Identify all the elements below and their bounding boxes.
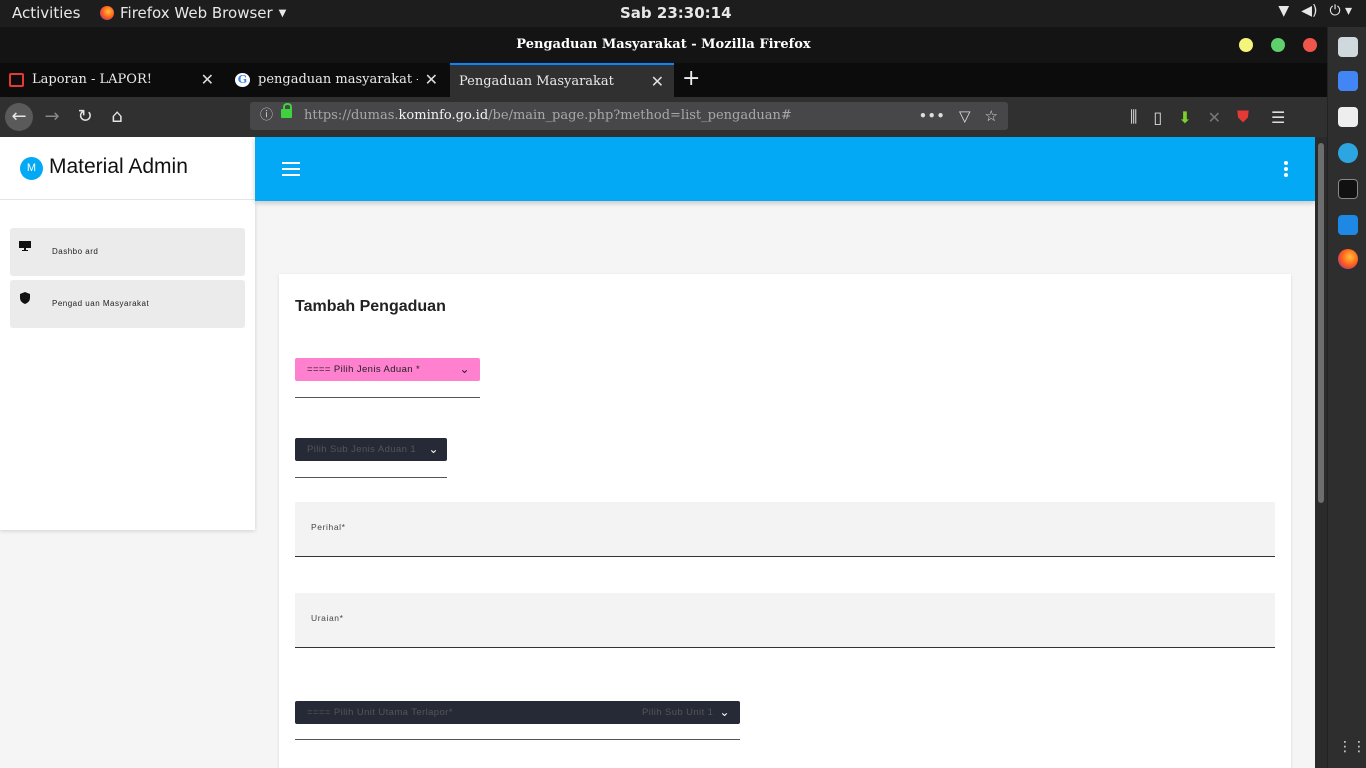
window-title-bar: Pengaduan Masyarakat - Mozilla Firefox: [0, 27, 1327, 63]
perihal-label: Perihal*: [311, 522, 346, 532]
files-icon[interactable]: [1338, 37, 1358, 57]
app-menu-label: Firefox Web Browser: [120, 4, 273, 22]
url-text[interactable]: https://dumas.kominfo.go.id/be/main_page…: [304, 102, 792, 130]
url-tools: ••• ▽ ☆: [918, 102, 998, 130]
tab-strip: Laporan - LAPOR! ✕ G pengaduan masyaraka…: [0, 63, 1327, 97]
extension-x-icon[interactable]: ✕: [1208, 108, 1221, 127]
wifi-icon: ▼: [1278, 3, 1290, 19]
jenis-aduan-underline: [295, 397, 480, 398]
chevron-down-icon: ⌄: [428, 442, 439, 456]
scrollbar-thumb[interactable]: [1318, 143, 1324, 503]
monitor-icon: [19, 241, 31, 251]
jenis-aduan-value: ==== Pilih Jenis Aduan *: [307, 364, 421, 375]
chevron-down-icon: ⌄: [719, 705, 730, 719]
more-actions-icon[interactable]: •••: [918, 102, 945, 130]
screenshot-app-icon[interactable]: [1338, 107, 1358, 127]
home-button[interactable]: ⌂: [103, 103, 131, 131]
app-bar: [255, 137, 1315, 201]
tab-label: pengaduan masyarakat - Penelu: [258, 72, 418, 87]
tab-pengaduan-masyarakat[interactable]: Pengaduan Masyarakat ✕: [450, 63, 674, 97]
app-menu[interactable]: Firefox Web Browser ▼: [100, 4, 286, 22]
uraian-label: Uraian*: [311, 613, 344, 623]
power-icon: ⏻ ▾: [1329, 3, 1352, 19]
navigation-toolbar: ← → ↻ ⌂ ⓘ https://dumas.kominfo.go.id/be…: [0, 97, 1327, 137]
maximize-button[interactable]: [1271, 38, 1285, 52]
app-grid-icon[interactable]: ⋮⋮: [1338, 739, 1366, 759]
toolbar-right: ⫼ ▯ ⬇ ✕ ⛊ ☰: [1130, 97, 1285, 137]
chevron-down-icon: ⌄: [459, 362, 470, 376]
lapor-favicon-icon: [9, 73, 24, 87]
sidebar-toggle-icon[interactable]: ▯: [1153, 108, 1162, 127]
library-icon[interactable]: ⫼: [1130, 107, 1137, 127]
activities-button[interactable]: Activities: [12, 4, 80, 22]
unit-utama-underline: [295, 739, 740, 740]
firefox-dock-icon[interactable]: [1338, 249, 1358, 269]
shield-icon: [20, 292, 30, 304]
window-title: Pengaduan Masyarakat - Mozilla Firefox: [516, 37, 811, 52]
jenis-aduan-select[interactable]: ==== Pilih Jenis Aduan * ⌄: [295, 358, 480, 381]
reload-button[interactable]: ↻: [71, 103, 99, 131]
new-tab-button[interactable]: +: [682, 63, 700, 95]
brand[interactable]: M Material Admin: [0, 137, 255, 200]
admin-sidebar: M Material Admin Dashbo ard Pengad uan M…: [0, 137, 255, 530]
close-window-button[interactable]: [1303, 38, 1317, 52]
terminal-icon[interactable]: [1338, 179, 1358, 199]
form-card: Tambah Pengaduan ==== Pilih Jenis Aduan …: [279, 274, 1291, 768]
firefox-icon: [100, 6, 114, 20]
url-bar[interactable]: ⓘ https://dumas.kominfo.go.id/be/main_pa…: [250, 102, 1008, 130]
vscode-icon[interactable]: [1338, 215, 1358, 235]
minimize-button[interactable]: [1239, 38, 1253, 52]
uraian-field[interactable]: Uraian*: [295, 593, 1275, 648]
sidebar-item-pengaduan[interactable]: Pengad uan Masyarakat: [10, 280, 245, 328]
volume-icon: ◀): [1301, 3, 1318, 19]
shield-extension-icon[interactable]: ⛊: [1237, 107, 1249, 127]
web-page: M Material Admin Dashbo ard Pengad uan M…: [0, 137, 1315, 768]
tab-pengaduan-google[interactable]: G pengaduan masyarakat - Penelu ✕: [226, 63, 448, 97]
system-top-bar: Activities Firefox Web Browser ▼ Sab 23:…: [0, 0, 1366, 27]
sidebar-item-dashboard[interactable]: Dashbo ard: [10, 228, 245, 276]
sidebar-item-label: Pengad uan Masyarakat: [52, 299, 150, 308]
unit-utama-value: ==== Pilih Unit Utama Terlapor*: [307, 707, 453, 718]
pocket-icon[interactable]: ▽: [959, 102, 971, 130]
sub-unit-value[interactable]: Pilih Sub Unit 1: [642, 701, 713, 724]
system-tray[interactable]: ▼ ◀) ⏻ ▾: [1278, 3, 1352, 19]
docs-icon[interactable]: [1338, 71, 1358, 91]
sub-jenis-aduan-underline: [295, 477, 447, 478]
google-favicon-icon: G: [235, 73, 250, 87]
brand-name: Material Admin: [49, 155, 188, 178]
perihal-field[interactable]: Perihal*: [295, 502, 1275, 557]
close-tab-icon[interactable]: ✕: [651, 65, 664, 97]
lock-icon[interactable]: [281, 103, 292, 118]
forward-button[interactable]: →: [38, 103, 66, 131]
chevron-down-icon: ▼: [278, 7, 287, 19]
hamburger-menu-icon[interactable]: [282, 162, 300, 176]
tab-laporan[interactable]: Laporan - LAPOR! ✕: [0, 63, 224, 97]
tab-label: Laporan - LAPOR!: [32, 72, 152, 87]
sub-jenis-aduan-value: Pilih Sub Jenis Aduan 1: [307, 444, 417, 455]
brand-logo: M: [20, 157, 43, 180]
form-title: Tambah Pengaduan: [295, 298, 446, 315]
sidebar-item-label: Dashbo ard: [52, 247, 99, 256]
download-icon[interactable]: ⬇: [1178, 108, 1191, 127]
back-button[interactable]: ←: [5, 103, 33, 131]
tab-label: Pengaduan Masyarakat: [459, 74, 614, 89]
close-tab-icon[interactable]: ✕: [201, 63, 214, 97]
menu-icon[interactable]: ☰: [1271, 108, 1285, 127]
dock: ⋮⋮: [1327, 27, 1366, 768]
more-vert-icon[interactable]: [1284, 161, 1288, 179]
bookmark-star-icon[interactable]: ☆: [985, 102, 998, 130]
unit-utama-select[interactable]: ==== Pilih Unit Utama Terlapor* Pilih Su…: [295, 701, 740, 724]
page-scrollbar[interactable]: [1315, 137, 1327, 768]
sub-jenis-aduan-select[interactable]: Pilih Sub Jenis Aduan 1 ⌄: [295, 438, 447, 461]
info-icon[interactable]: ⓘ: [260, 102, 273, 130]
close-tab-icon[interactable]: ✕: [425, 63, 438, 97]
telegram-icon[interactable]: [1338, 143, 1358, 163]
clock[interactable]: Sab 23:30:14: [620, 4, 732, 22]
